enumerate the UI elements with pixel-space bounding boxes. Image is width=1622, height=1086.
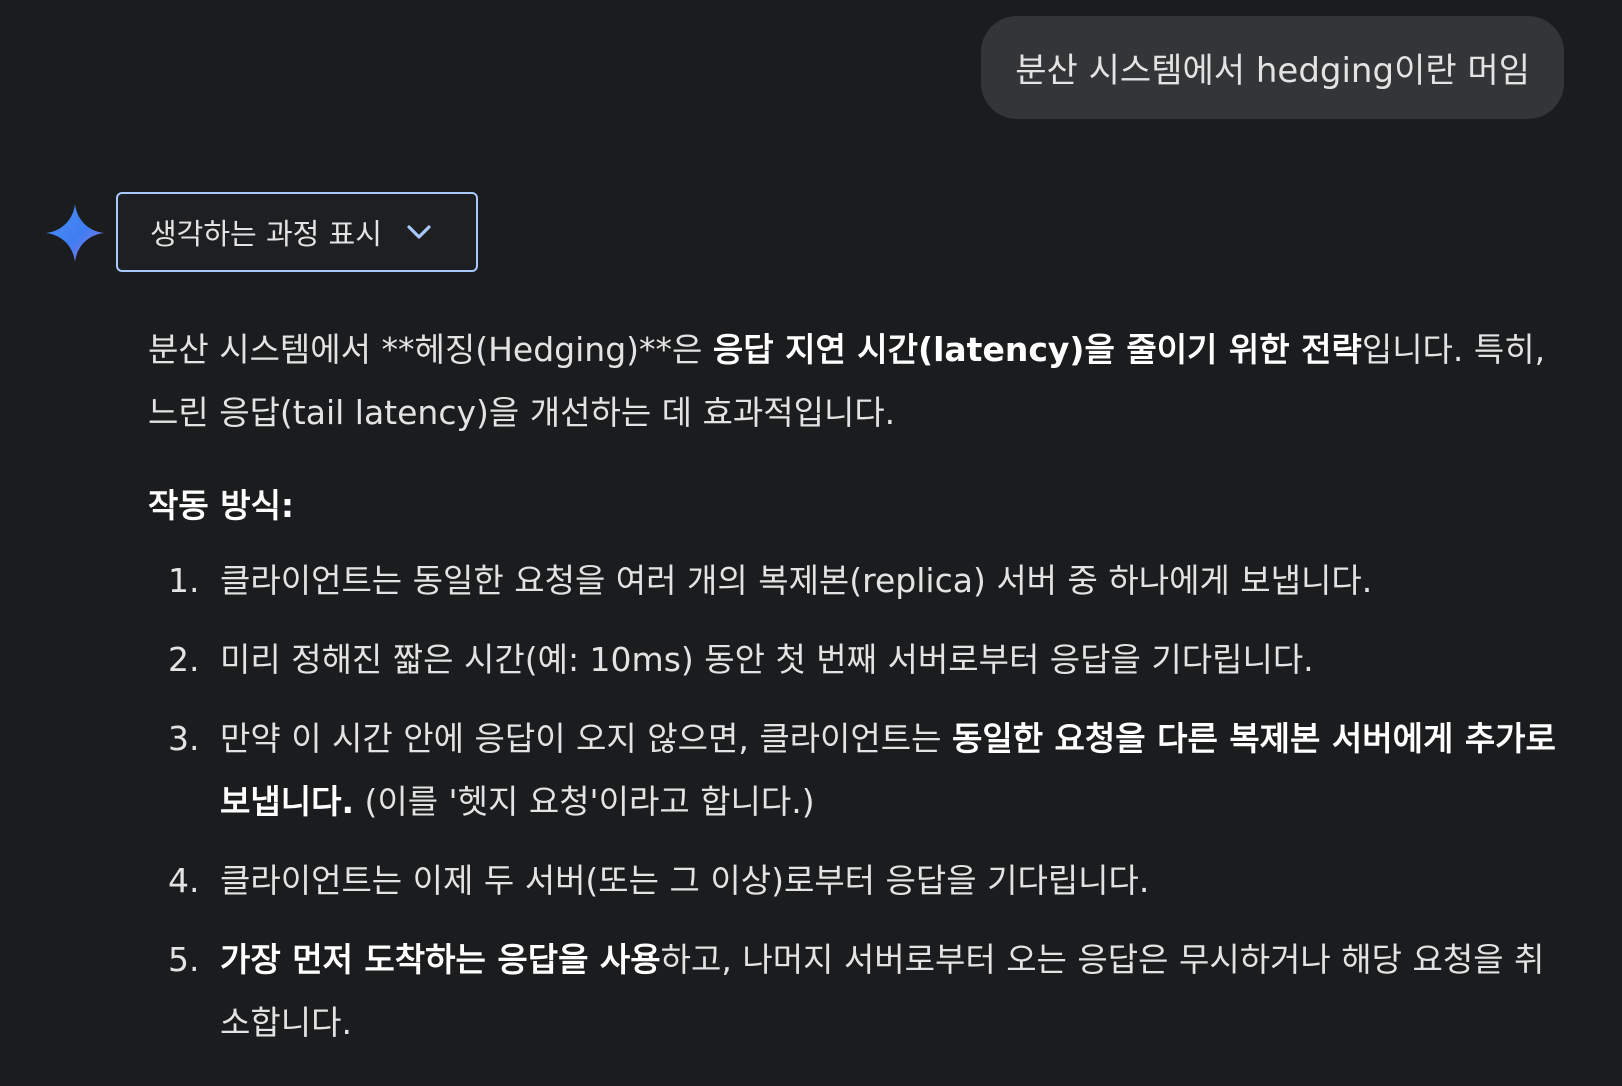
user-message-bubble: 분산 시스템에서 hedging이란 머임 [981,16,1564,119]
list-item-number: 1. [168,561,200,600]
list-item-number: 5. [168,940,200,979]
list-item: 3. 만약 이 시간 안에 응답이 오지 않으면, 클라이언트는 동일한 요청을 … [148,707,1568,833]
list-item-number: 2. [168,640,200,679]
list-item-number: 3. [168,719,200,758]
user-message-text: 분산 시스템에서 hedging이란 머임 [1015,51,1530,91]
section-heading: 작동 방식: [148,486,295,525]
list-item-number: 4. [168,861,200,900]
intro-text-1: 분산 시스템에서 **헤징(Hedging)**은 [148,330,713,369]
chat-page: 분산 시스템에서 hedging이란 머임 생각하는 과정 표시 분산 시스템에… [0,0,1622,1086]
show-thinking-button[interactable]: 생각하는 과정 표시 [116,192,478,272]
steps-list: 1. 클라이언트는 동일한 요청을 여러 개의 복제본(replica) 서버 중… [148,549,1568,1054]
assistant-response: 분산 시스템에서 **헤징(Hedging)**은 응답 지연 시간(laten… [148,318,1568,1070]
list-item-text: 만약 이 시간 안에 응답이 오지 않으면, 클라이언트는 [220,719,952,758]
list-item-text: 클라이언트는 동일한 요청을 여러 개의 복제본(replica) 서버 중 하… [220,561,1373,600]
list-item-text-after: (이를 '헷지 요청'이라고 합니다.) [353,782,815,821]
list-item: 4. 클라이언트는 이제 두 서버(또는 그 이상)로부터 응답을 기다립니다. [148,849,1568,912]
intro-paragraph: 분산 시스템에서 **헤징(Hedging)**은 응답 지연 시간(laten… [148,318,1568,444]
list-item-text: 클라이언트는 이제 두 서버(또는 그 이상)로부터 응답을 기다립니다. [220,861,1150,900]
list-item: 5. 가장 먼저 도착하는 응답을 사용하고, 나머지 서버로부터 오는 응답은 … [148,928,1568,1054]
list-item: 1. 클라이언트는 동일한 요청을 여러 개의 복제본(replica) 서버 중… [148,549,1568,612]
show-thinking-label: 생각하는 과정 표시 [150,217,382,251]
chevron-down-icon [407,225,431,239]
list-item-text: 미리 정해진 짧은 시간(예: 10ms) 동안 첫 번째 서버로부터 응답을 … [220,640,1314,679]
intro-bold: 응답 지연 시간(latency)을 줄이기 위한 전략 [712,330,1362,369]
list-item-bold: 가장 먼저 도착하는 응답을 사용 [220,940,661,979]
gemini-sparkle-icon [46,204,104,262]
list-item: 2. 미리 정해진 짧은 시간(예: 10ms) 동안 첫 번째 서버로부터 응답… [148,628,1568,691]
